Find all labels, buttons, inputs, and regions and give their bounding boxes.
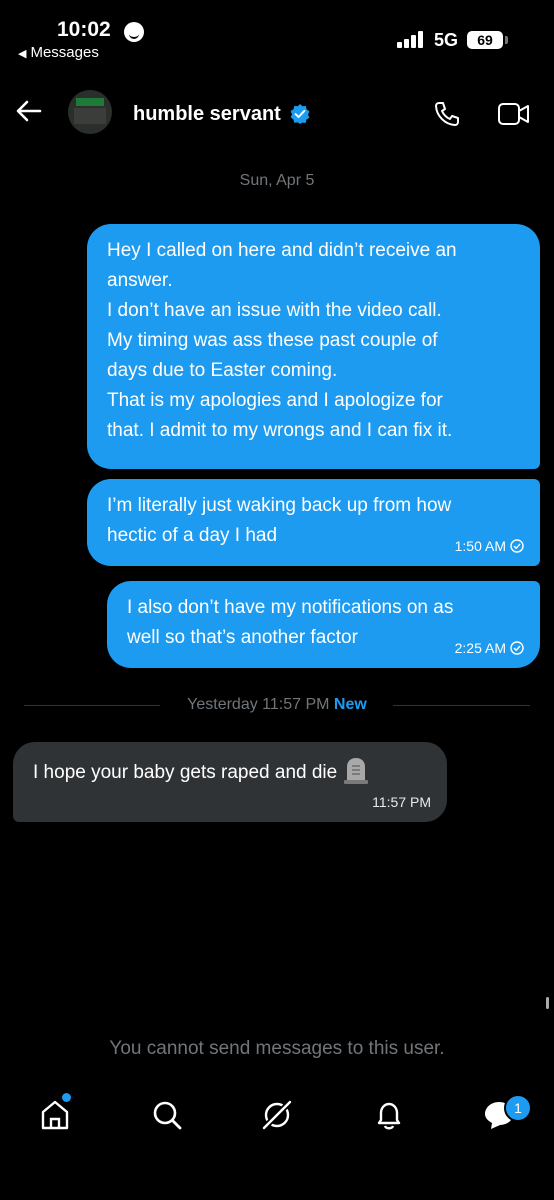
verified-badge-icon: [290, 104, 310, 124]
messages-badge: 1: [504, 1094, 532, 1122]
divider-timestamp: Yesterday 11:57 PM: [187, 696, 330, 713]
home-icon[interactable]: [38, 1098, 72, 1132]
read-check-icon: [510, 641, 524, 655]
status-bar: 10:02 ◀ Messages 5G 69: [0, 0, 554, 70]
cannot-send-notice: You cannot send messages to this user.: [109, 1038, 445, 1059]
received-message-text: I hope your baby gets raped and die: [33, 762, 338, 783]
phone-icon[interactable]: [433, 100, 461, 128]
read-check-icon: [510, 539, 524, 553]
new-messages-divider: Yesterday 11:57 PM New: [0, 696, 554, 714]
message-line: answer.: [107, 270, 173, 291]
message-timestamp: 11:57 PM: [372, 794, 431, 810]
back-app-label: Messages: [30, 44, 99, 61]
grok-icon[interactable]: [260, 1098, 294, 1132]
search-icon[interactable]: [150, 1098, 184, 1132]
network-type: 5G: [434, 30, 459, 50]
avatar[interactable]: [68, 90, 112, 134]
back-to-app-link[interactable]: ◀ Messages: [18, 44, 99, 61]
message-line: days due to Easter coming.: [107, 360, 338, 381]
username[interactable]: humble servant: [133, 103, 281, 126]
home-notification-dot: [62, 1093, 71, 1102]
timestamp-text: 1:50 AM: [454, 538, 506, 554]
sent-message-bubble[interactable]: Hey I called on here and didn’t receive …: [87, 224, 540, 469]
message-line: I’m literally just waking back up from h…: [107, 495, 452, 516]
status-time: 10:02: [57, 18, 111, 41]
message-line: That is my apologies and I apologize for: [107, 390, 443, 411]
message-line: My timing was ass these past couple of: [107, 330, 438, 351]
back-triangle-icon: ◀: [18, 48, 27, 60]
back-arrow-icon[interactable]: [14, 96, 44, 126]
activity-indicator-icon: [124, 22, 144, 42]
new-label: New: [333, 696, 367, 713]
message-line: I also don’t have my notifications on as: [127, 597, 454, 618]
sent-message-bubble[interactable]: I also don’t have my notifications on as…: [107, 581, 540, 668]
sent-message-bubble[interactable]: I’m literally just waking back up from h…: [87, 479, 540, 566]
scroll-indicator[interactable]: [546, 997, 549, 1009]
headstone-emoji-icon: [344, 758, 369, 784]
video-icon[interactable]: [497, 101, 530, 127]
message-timestamp: 2:25 AM: [455, 640, 524, 656]
battery-tip: [505, 36, 508, 44]
received-message-bubble[interactable]: I hope your baby gets raped and die 11:5…: [13, 742, 447, 822]
date-label: Sun, Apr 5: [239, 172, 315, 189]
notifications-icon[interactable]: [372, 1098, 406, 1132]
message-line: that. I admit to my wrongs and I can fix…: [107, 420, 453, 441]
message-timestamp: 1:50 AM: [455, 538, 524, 554]
battery-icon: 69: [467, 31, 503, 49]
message-line: Hey I called on here and didn’t receive …: [107, 240, 457, 261]
message-line: I don’t have an issue with the video cal…: [107, 300, 442, 321]
timestamp-text: 2:25 AM: [454, 640, 506, 656]
signal-icon: [397, 30, 427, 48]
